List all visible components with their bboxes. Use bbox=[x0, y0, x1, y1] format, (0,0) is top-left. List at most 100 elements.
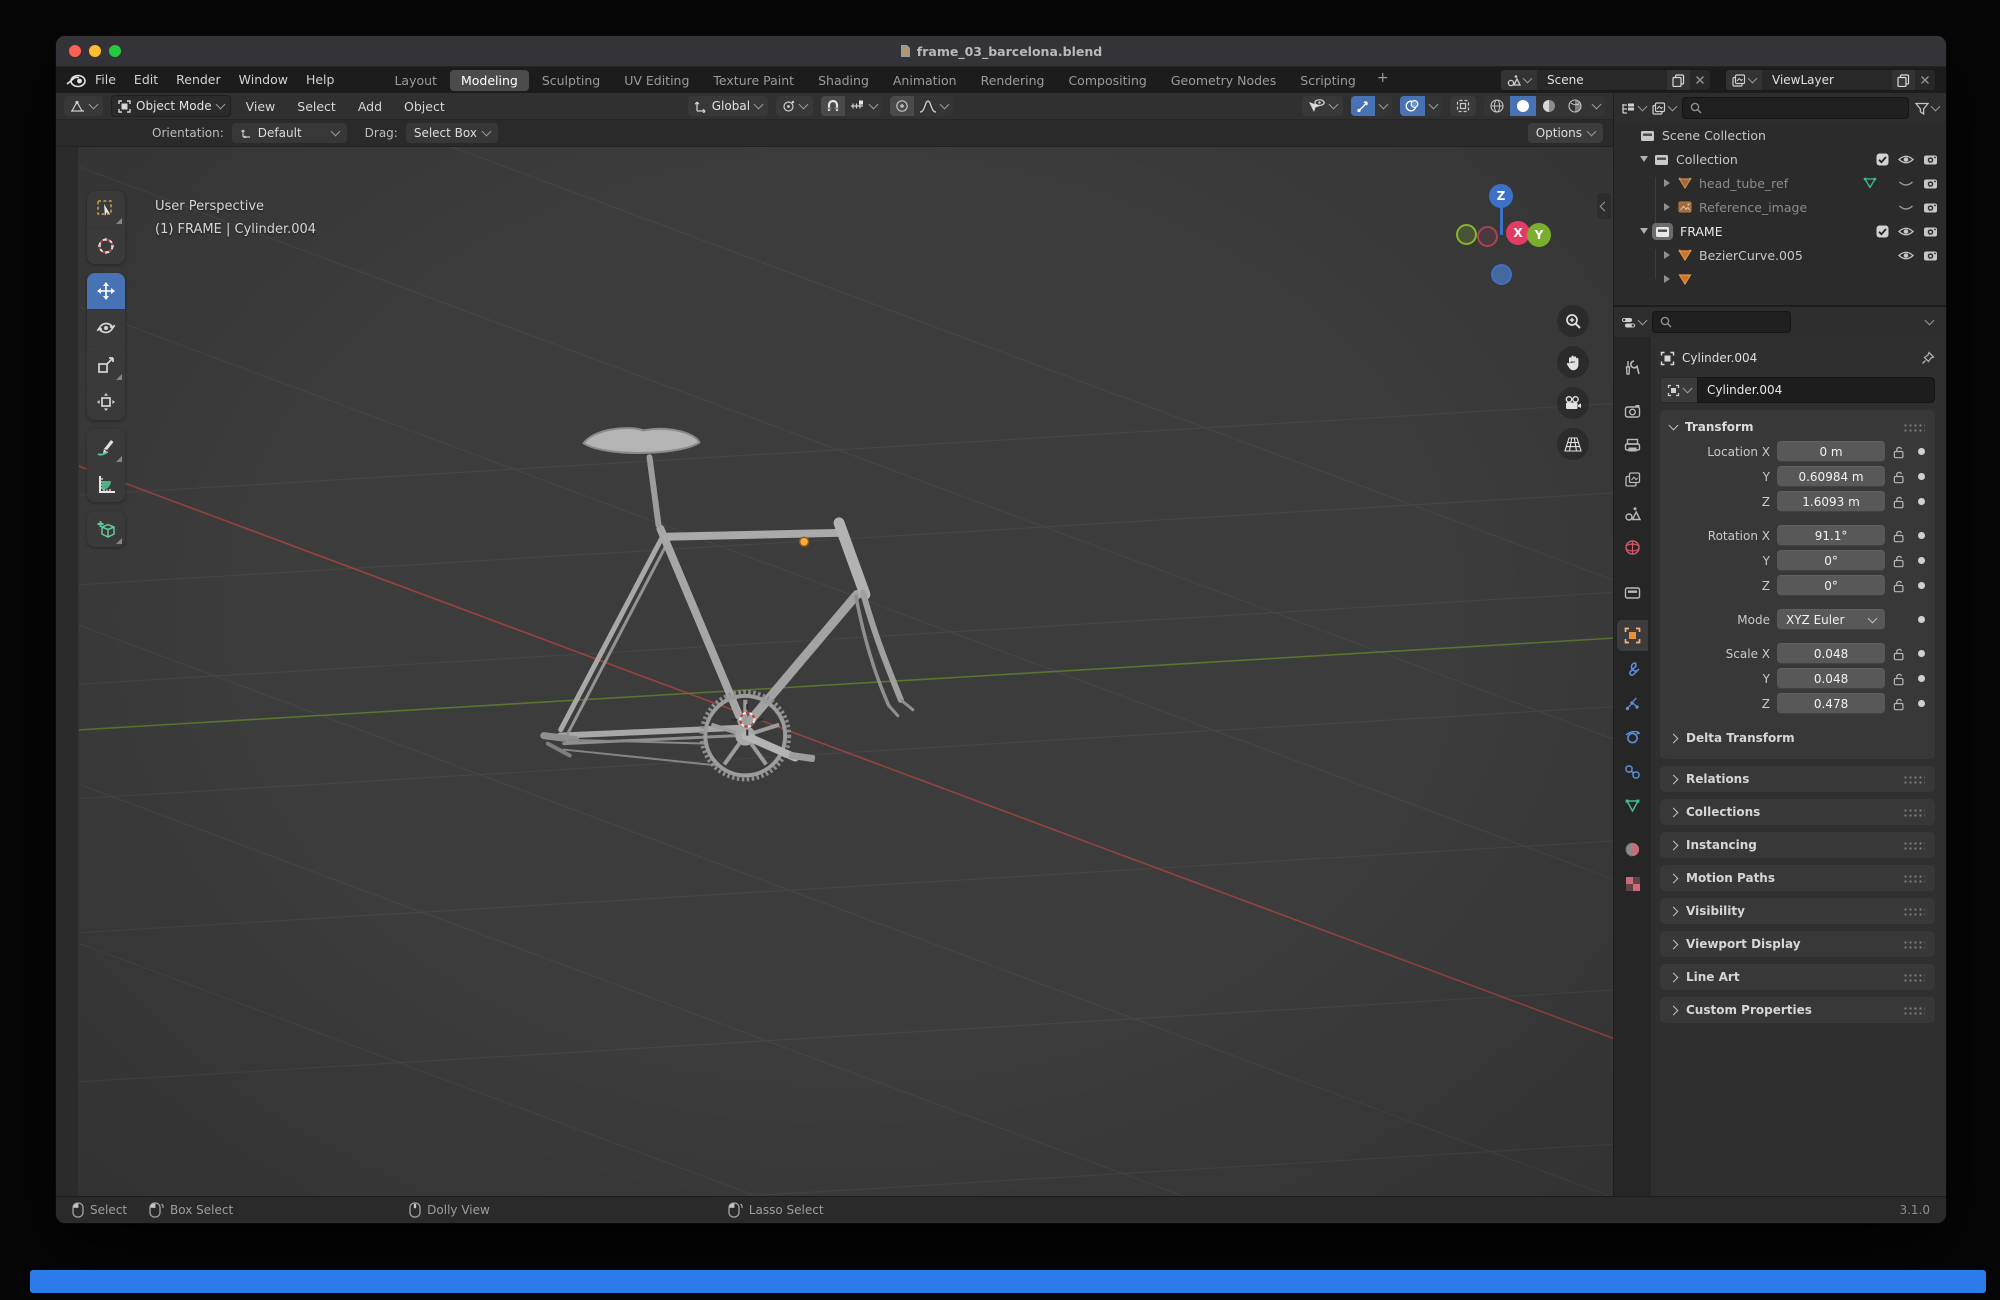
panel-viewport-display[interactable]: Viewport Display bbox=[1660, 931, 1935, 957]
camera-visibility-icon[interactable] bbox=[1923, 177, 1938, 189]
outliner-row-scene-collection[interactable]: Scene Collection bbox=[1614, 123, 1946, 147]
tab-constraints[interactable] bbox=[1617, 756, 1648, 787]
viewlayer-browse-button[interactable] bbox=[1726, 70, 1762, 90]
camera-visibility-icon[interactable] bbox=[1923, 225, 1938, 237]
breadcrumb-object-name[interactable]: Cylinder.004 bbox=[1682, 351, 1757, 365]
panel-visibility[interactable]: Visibility bbox=[1660, 898, 1935, 924]
tab-world[interactable] bbox=[1617, 532, 1648, 563]
shading-dropdown[interactable] bbox=[1588, 96, 1605, 116]
animate-dot-icon[interactable] bbox=[1918, 532, 1925, 539]
tab-shading[interactable]: Shading bbox=[807, 70, 880, 91]
disclosure-open-icon[interactable] bbox=[1640, 228, 1648, 234]
menu-help[interactable]: Help bbox=[297, 67, 344, 93]
properties-editor-type-dropdown[interactable] bbox=[1621, 316, 1646, 329]
drag-handle-icon[interactable] bbox=[1903, 874, 1925, 883]
eye-open-icon[interactable] bbox=[1898, 250, 1914, 261]
pivot-point-dropdown[interactable] bbox=[776, 96, 813, 116]
tab-animation[interactable]: Animation bbox=[882, 70, 968, 91]
shading-wireframe-button[interactable] bbox=[1484, 96, 1510, 116]
scene-browse-button[interactable] bbox=[1501, 70, 1537, 90]
rotation-z-field[interactable]: 0° bbox=[1777, 575, 1885, 596]
scale-y-field[interactable]: 0.048 bbox=[1777, 668, 1885, 689]
outliner-row-frame[interactable]: FRAME bbox=[1614, 219, 1946, 243]
scene-name[interactable]: Scene bbox=[1537, 73, 1667, 87]
animate-dot-icon[interactable] bbox=[1918, 582, 1925, 589]
gizmo-dropdown[interactable] bbox=[1375, 96, 1392, 116]
delta-transform-panel-header[interactable]: Delta Transform bbox=[1670, 726, 1925, 750]
rotation-mode-dropdown[interactable]: XYZ Euler bbox=[1777, 609, 1885, 630]
drag-handle-icon[interactable] bbox=[1903, 1006, 1925, 1015]
camera-visibility-icon[interactable] bbox=[1923, 153, 1938, 165]
outliner-display-mode-dropdown[interactable] bbox=[1652, 102, 1676, 115]
pin-icon[interactable] bbox=[1921, 351, 1935, 365]
viewlayer-name[interactable]: ViewLayer bbox=[1762, 73, 1892, 87]
add-cube-tool[interactable] bbox=[87, 511, 125, 547]
outliner-search-input[interactable] bbox=[1682, 97, 1909, 119]
gizmo-z-neg-axis[interactable] bbox=[1491, 264, 1512, 285]
lock-icon[interactable] bbox=[1892, 697, 1905, 711]
tab-rendering[interactable]: Rendering bbox=[970, 70, 1056, 91]
new-scene-button[interactable] bbox=[1667, 70, 1690, 90]
tab-material[interactable] bbox=[1617, 834, 1648, 865]
rotation-y-field[interactable]: 0° bbox=[1777, 550, 1885, 571]
rotate-tool[interactable] bbox=[87, 310, 125, 346]
tab-render[interactable] bbox=[1617, 396, 1648, 427]
animate-dot-icon[interactable] bbox=[1918, 498, 1925, 505]
menu-select[interactable]: Select bbox=[290, 99, 343, 114]
eye-open-icon[interactable] bbox=[1898, 154, 1914, 165]
object-id-browse-button[interactable] bbox=[1660, 377, 1697, 403]
transform-orientation-dropdown[interactable]: Global bbox=[688, 96, 768, 116]
animate-dot-icon[interactable] bbox=[1918, 557, 1925, 564]
options-dropdown[interactable]: Options bbox=[1528, 123, 1603, 143]
lock-icon[interactable] bbox=[1892, 554, 1905, 568]
tab-texture-paint[interactable]: Texture Paint bbox=[702, 70, 805, 91]
menu-edit[interactable]: Edit bbox=[125, 67, 167, 93]
select-box-tool[interactable] bbox=[87, 191, 125, 227]
outliner-row-partial[interactable] bbox=[1614, 267, 1946, 291]
scale-tool[interactable] bbox=[87, 347, 125, 383]
drag-setting-dropdown[interactable]: Select Box bbox=[406, 123, 498, 143]
camera-visibility-icon[interactable] bbox=[1923, 201, 1938, 213]
tab-object-data[interactable] bbox=[1617, 790, 1648, 821]
transform-tool[interactable] bbox=[87, 384, 125, 420]
lock-icon[interactable] bbox=[1892, 647, 1905, 661]
outliner-row-head-tube-ref[interactable]: head_tube_ref bbox=[1614, 171, 1946, 195]
visibility-dropdown[interactable] bbox=[1302, 96, 1343, 116]
tab-sculpting[interactable]: Sculpting bbox=[531, 70, 611, 91]
camera-view-button[interactable] bbox=[1557, 387, 1589, 419]
scale-z-field[interactable]: 0.478 bbox=[1777, 693, 1885, 714]
properties-search-input[interactable] bbox=[1652, 311, 1791, 333]
drag-handle-icon[interactable] bbox=[1903, 841, 1925, 850]
panel-line-art[interactable]: Line Art bbox=[1660, 964, 1935, 990]
remove-viewlayer-button[interactable] bbox=[1915, 70, 1935, 90]
gizmo-y-axis[interactable]: Y bbox=[1527, 223, 1551, 247]
eye-closed-icon[interactable] bbox=[1898, 202, 1914, 213]
animate-dot-icon[interactable] bbox=[1918, 675, 1925, 682]
viewport-canvas[interactable]: User Perspective (1) FRAME | Cylinder.00… bbox=[79, 147, 1613, 1196]
checkbox-checked-icon[interactable] bbox=[1876, 153, 1889, 166]
proportional-falloff-dropdown[interactable] bbox=[914, 96, 953, 116]
tab-layout[interactable]: Layout bbox=[383, 70, 448, 91]
tab-view-layer[interactable] bbox=[1617, 464, 1648, 495]
unlink-scene-button[interactable] bbox=[1690, 70, 1710, 90]
tab-compositing[interactable]: Compositing bbox=[1057, 70, 1157, 91]
tab-tool[interactable] bbox=[1617, 352, 1648, 383]
location-z-field[interactable]: 1.6093 m bbox=[1777, 491, 1885, 512]
measure-tool[interactable] bbox=[87, 466, 125, 502]
sidebar-toggle[interactable] bbox=[1597, 193, 1611, 219]
panel-custom-properties[interactable]: Custom Properties bbox=[1660, 997, 1935, 1023]
drag-handle-icon[interactable] bbox=[1903, 423, 1925, 432]
eye-open-icon[interactable] bbox=[1898, 226, 1914, 237]
eye-closed-icon[interactable] bbox=[1898, 178, 1914, 189]
camera-visibility-icon[interactable] bbox=[1923, 249, 1938, 261]
disclosure-closed-icon[interactable] bbox=[1664, 203, 1670, 211]
scale-x-field[interactable]: 0.048 bbox=[1777, 643, 1885, 664]
move-tool[interactable] bbox=[87, 273, 125, 309]
panel-instancing[interactable]: Instancing bbox=[1660, 832, 1935, 858]
show-gizmo-toggle[interactable] bbox=[1351, 96, 1375, 116]
xray-toggle[interactable] bbox=[1450, 96, 1476, 116]
lock-icon[interactable] bbox=[1892, 495, 1905, 509]
outliner-filter-dropdown[interactable] bbox=[1915, 102, 1939, 115]
blender-logo-icon[interactable] bbox=[66, 72, 86, 88]
location-x-field[interactable]: 0 m bbox=[1777, 441, 1885, 462]
